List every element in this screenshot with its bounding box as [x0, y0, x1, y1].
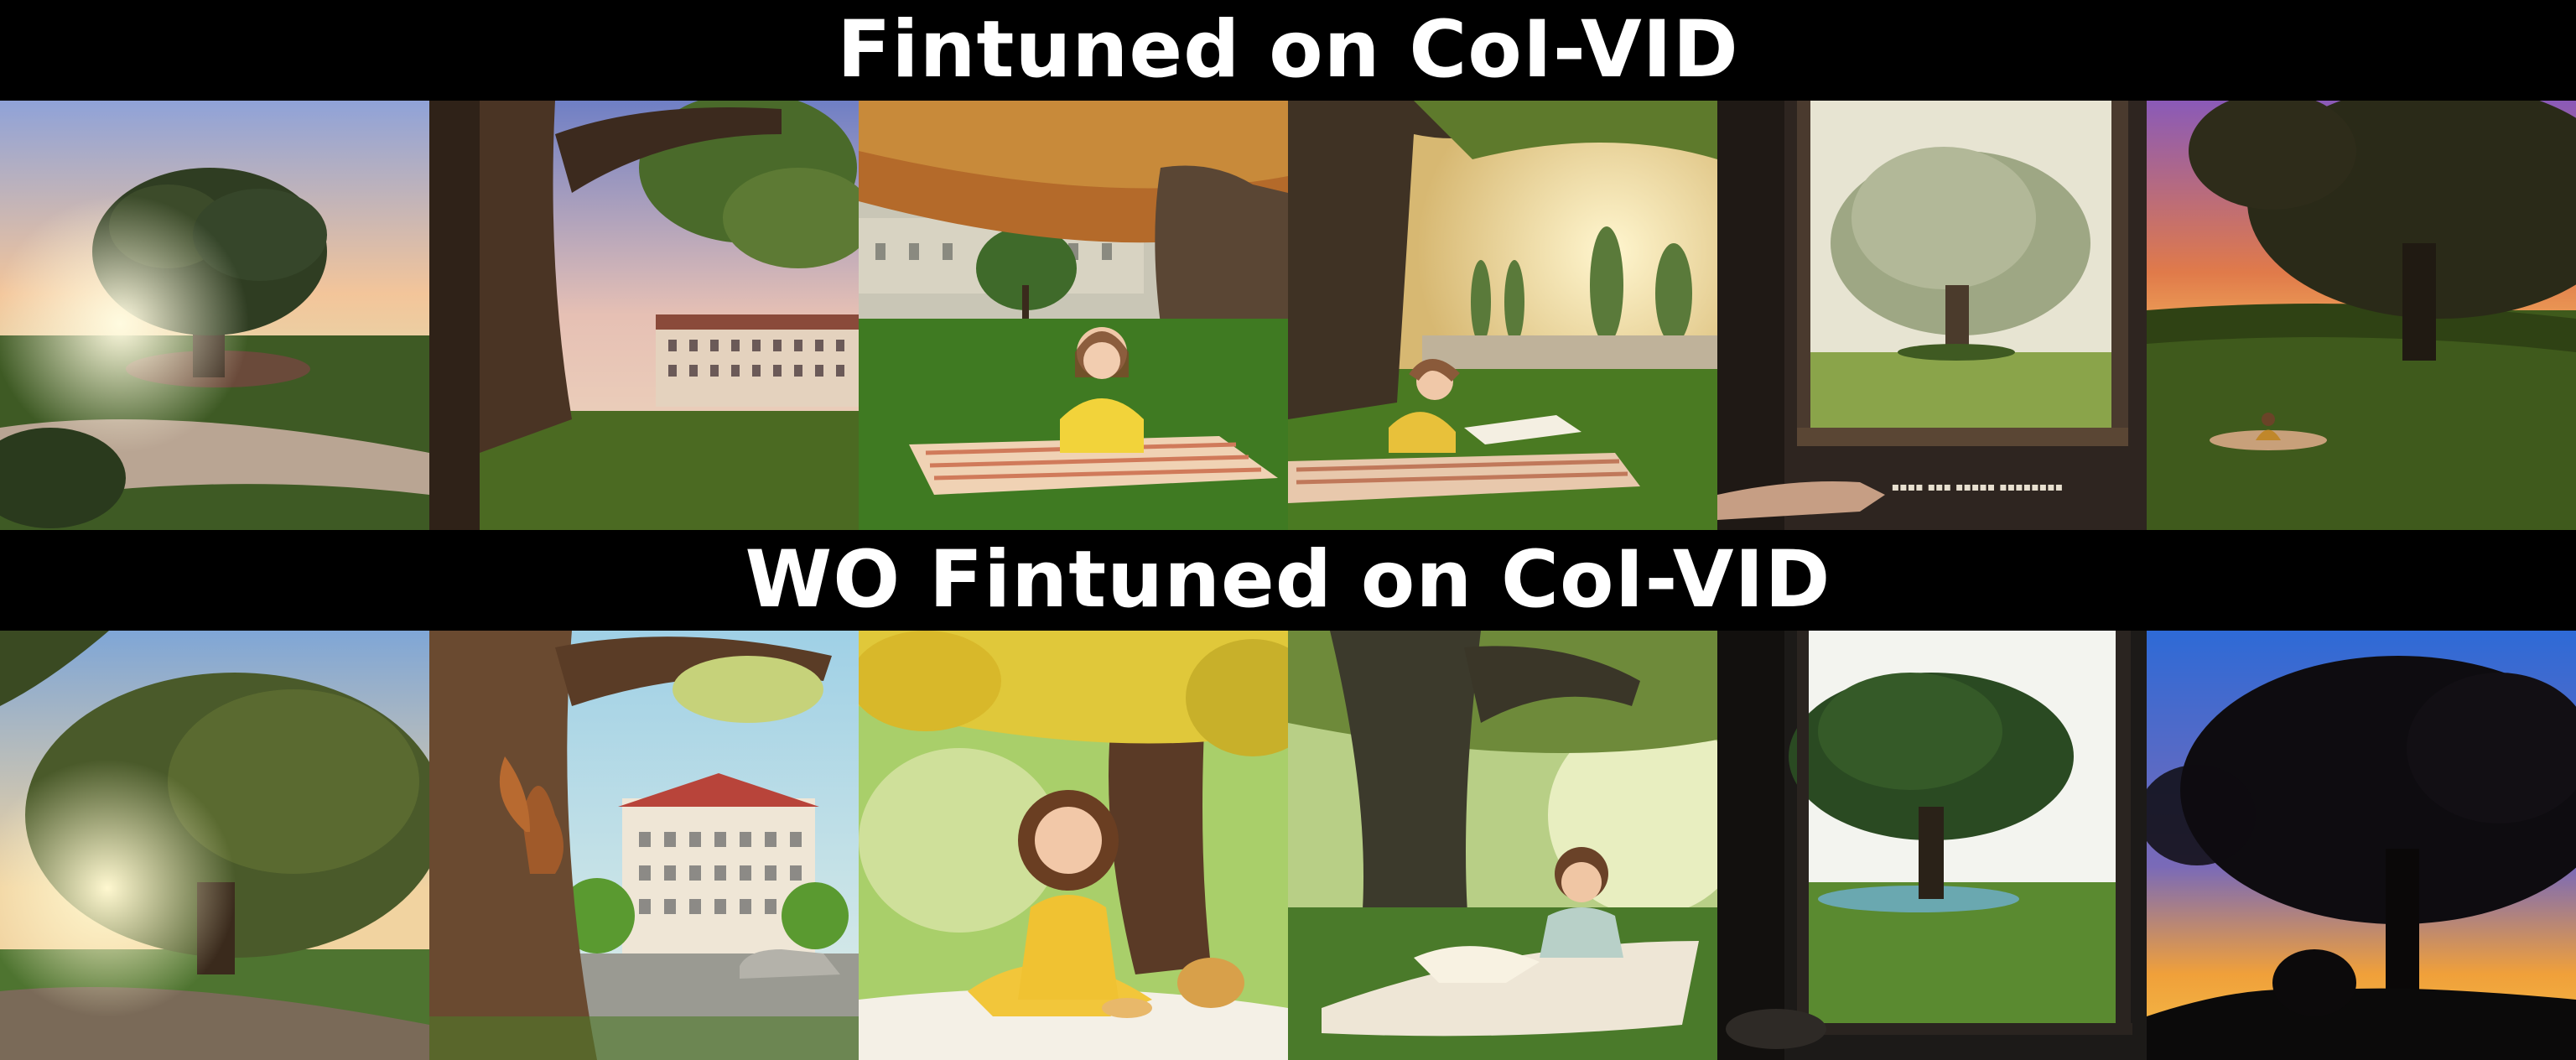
frame-finetuned-4 — [1288, 101, 1717, 530]
bottom-section-title-band: WO Fintuned on CoI-VID — [0, 530, 2576, 631]
top-section-title: Fintuned on CoI-VID — [837, 4, 1739, 96]
frame-finetuned-3 — [859, 101, 1288, 530]
non-finetuned-frame-row — [0, 631, 2576, 1060]
frame-finetuned-6 — [2147, 101, 2576, 530]
frame-baseline-4 — [1288, 631, 1717, 1060]
frame-baseline-3 — [859, 631, 1288, 1060]
finetuned-frame-row: ▪▪▪▪ ▪▪▪ ▪▪▪▪▪ ▪▪▪▪▪▪▪▪ — [0, 101, 2576, 530]
frame-finetuned-1 — [0, 101, 429, 530]
frame-baseline-5 — [1717, 631, 2147, 1060]
frame-finetuned-5: ▪▪▪▪ ▪▪▪ ▪▪▪▪▪ ▪▪▪▪▪▪▪▪ — [1717, 101, 2147, 530]
bottom-section-title: WO Fintuned on CoI-VID — [745, 534, 1831, 626]
frame-caption-text: ▪▪▪▪ ▪▪▪ ▪▪▪▪▪ ▪▪▪▪▪▪▪▪ — [1892, 481, 2063, 494]
frame-baseline-1 — [0, 631, 429, 1060]
frame-baseline-2 — [429, 631, 859, 1060]
top-section-title-band: Fintuned on CoI-VID — [0, 0, 2576, 101]
frame-baseline-6 — [2147, 631, 2576, 1060]
frame-finetuned-2 — [429, 101, 859, 530]
